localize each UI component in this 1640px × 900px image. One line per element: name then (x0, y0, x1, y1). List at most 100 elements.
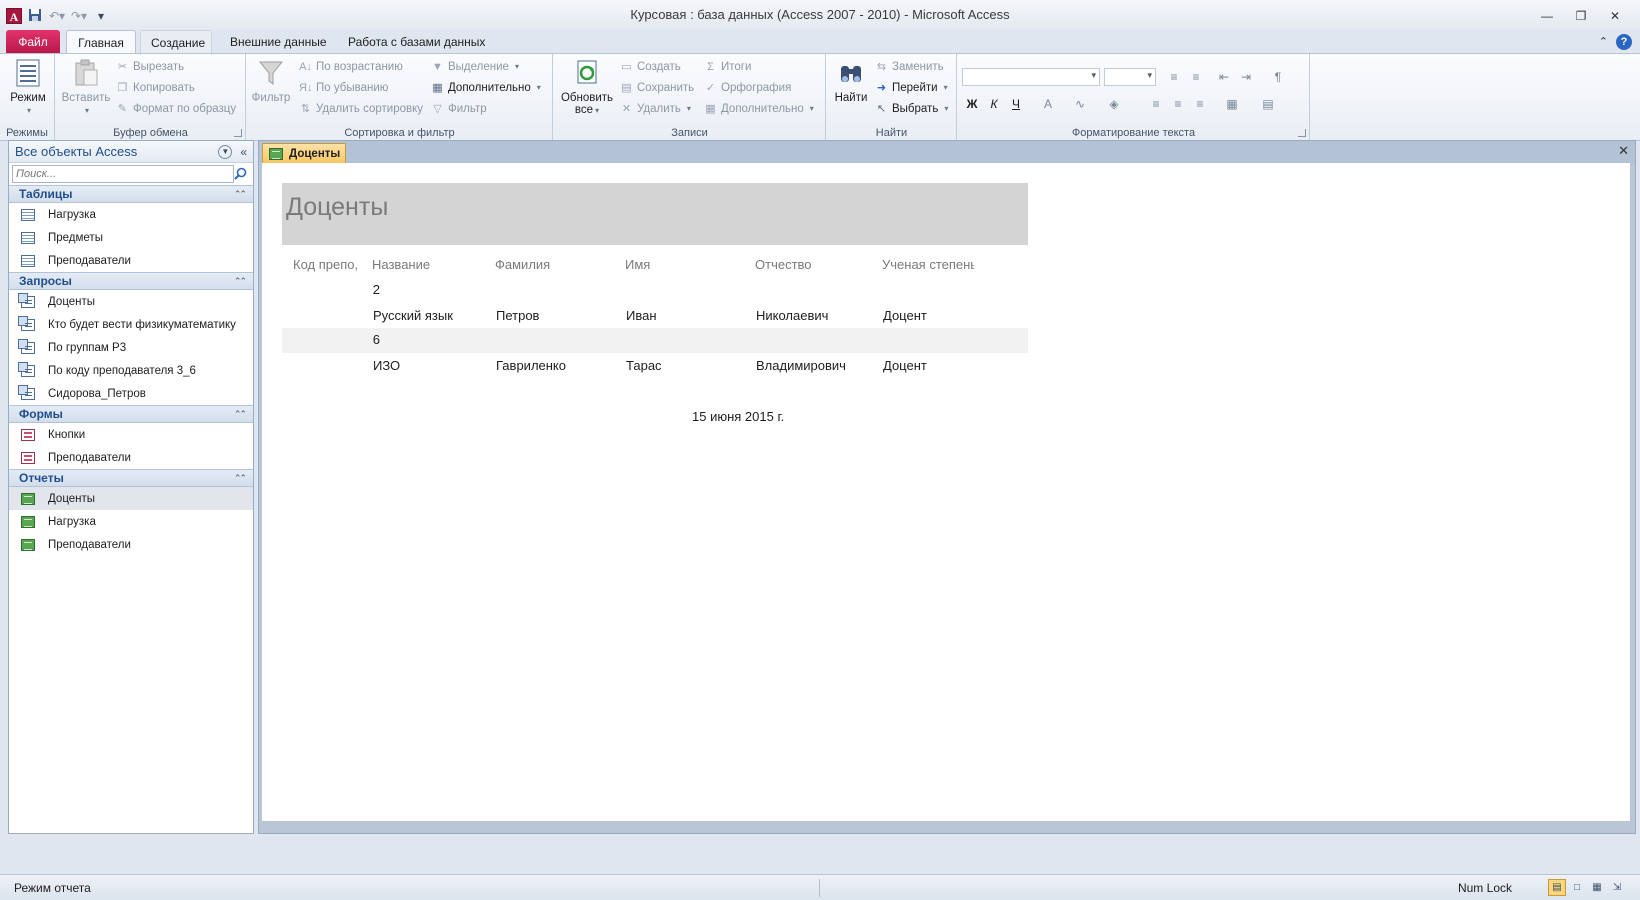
nav-item-form[interactable]: Кнопки (9, 423, 253, 446)
group-code: 2 (372, 282, 380, 297)
binoculars-icon (841, 66, 861, 82)
group-label-text-formatting: Форматирование текста (1071, 127, 1196, 139)
format-painter-button[interactable]: ✎ Формат по образцу (116, 99, 236, 119)
column-header-code: Код препо, (293, 257, 359, 272)
nav-item-query[interactable]: По коду преподавателя 3_6 (9, 359, 253, 382)
remove-sort-button[interactable]: ⇅ Удалить сортировку (299, 99, 423, 119)
search-icon[interactable] (234, 167, 247, 180)
close-document-icon[interactable]: ✕ (1618, 143, 1629, 159)
font-name-combo[interactable] (962, 68, 1100, 86)
nav-section-tables[interactable]: Таблицы ⌃⌃ (9, 185, 253, 203)
collapse-section-icon[interactable]: ⌃⌃ (234, 409, 247, 420)
sort-ascending-button[interactable]: A↓ По возрастанию (299, 57, 403, 77)
replace-button[interactable]: ⇆ Заменить (875, 57, 944, 77)
nav-item-report[interactable]: Нагрузка (9, 510, 253, 533)
advanced-filter-button[interactable]: ▦ Дополнительно ▾ (431, 78, 541, 98)
nav-item-table[interactable]: Нагрузка (9, 203, 253, 226)
nav-section-forms[interactable]: Формы ⌃⌃ (9, 405, 253, 423)
restore-icon[interactable]: ❐ (1564, 6, 1598, 26)
nav-section-queries[interactable]: Запросы ⌃⌃ (9, 272, 253, 290)
sort-descending-button[interactable]: Я↓ По убыванию (299, 78, 388, 98)
filter-button[interactable]: Фильтр (251, 58, 291, 104)
alternate-row-color-icon[interactable]: ▤ (1258, 95, 1278, 113)
close-icon[interactable]: ✕ (1598, 6, 1632, 26)
spelling-button[interactable]: ✓ Орфография (704, 78, 791, 98)
spelling-check-icon: ✓ (705, 81, 716, 94)
nav-item-query[interactable]: Доценты (9, 290, 253, 313)
delete-record-button[interactable]: ✕ Удалить ▾ (620, 99, 691, 119)
collapse-section-icon[interactable]: ⌃⌃ (234, 473, 247, 484)
totals-button[interactable]: Σ Итоги (704, 57, 751, 77)
paste-button[interactable]: Вставить ▾ (60, 58, 112, 116)
window-title: Курсовая : база данных (Access 2007 - 20… (630, 7, 1010, 22)
group-label-records: Записи (671, 127, 708, 139)
nav-search-input[interactable] (12, 165, 234, 183)
report-canvas[interactable]: Доценты Код препо, Название Фамилия Имя … (262, 163, 1630, 821)
detail-subject: ИЗО (373, 358, 401, 373)
cut-button[interactable]: ✂ Вырезать (116, 57, 184, 77)
nav-item-report[interactable]: Доценты (9, 487, 253, 510)
gridlines-icon[interactable]: ▦ (1222, 95, 1242, 113)
bullets-icon[interactable]: ≡ (1164, 68, 1184, 86)
detail-patronymic: Николаевич (756, 308, 829, 323)
toggle-filter-button[interactable]: ▽ Фильтр (431, 99, 486, 119)
font-color-icon[interactable]: A (1038, 95, 1058, 113)
tab-external-data[interactable]: Внешние данные (220, 30, 337, 54)
nav-item-report[interactable]: Преподаватели (9, 533, 253, 556)
clipboard-launcher-icon[interactable] (234, 129, 242, 137)
minimize-ribbon-icon[interactable]: ⌃ (1599, 34, 1608, 50)
print-preview-icon[interactable]: □ (1568, 879, 1586, 896)
numbering-icon[interactable]: ≡ (1186, 68, 1206, 86)
help-icon[interactable]: ? (1616, 34, 1632, 50)
view-mode-button[interactable]: Режим ▾ (6, 58, 50, 116)
layout-view-icon[interactable]: ▦ (1588, 879, 1606, 896)
nav-item-table[interactable]: Предметы (9, 226, 253, 249)
decrease-indent-icon[interactable]: ⇤ (1214, 68, 1234, 86)
align-left-icon[interactable]: ≡ (1146, 95, 1166, 113)
nav-item-table[interactable]: Преподаватели (9, 249, 253, 272)
design-view-icon[interactable]: ⇲ (1608, 879, 1626, 896)
group-text-formatting: ≡ ≡ ⇤ ⇥ ¶ Ж К Ч A ∿ ◈ ≡ ≡ ≡ ▦ ▤ Форматир… (958, 54, 1310, 141)
bold-button[interactable]: Ж (962, 95, 982, 113)
collapse-section-icon[interactable]: ⌃⌃ (234, 189, 247, 200)
tab-database-tools[interactable]: Работа с базами данных (338, 30, 495, 54)
selection-button[interactable]: ▼ Выделение ▾ (431, 57, 519, 77)
collapse-pane-icon[interactable]: « (240, 145, 247, 159)
paragraph-icon[interactable]: ¶ (1268, 68, 1288, 86)
query-icon (18, 384, 35, 400)
nav-title[interactable]: Все объекты Access (15, 144, 137, 159)
nav-section-reports[interactable]: Отчеты ⌃⌃ (9, 469, 253, 487)
nav-menu-chevron-icon[interactable]: ▼ (218, 144, 233, 159)
records-more-button[interactable]: ▦ Дополнительно ▾ (704, 99, 814, 119)
align-center-icon[interactable]: ≡ (1168, 95, 1188, 113)
copy-button[interactable]: ❐ Копировать (116, 78, 195, 98)
refresh-all-button[interactable]: Обновить все ▾ (558, 58, 616, 116)
find-button[interactable]: Найти (831, 58, 871, 104)
document-tab-docents[interactable]: Доценты (262, 143, 346, 163)
new-record-button[interactable]: ▭ Создать (620, 57, 680, 77)
underline-button[interactable]: Ч (1006, 95, 1026, 113)
font-size-combo[interactable] (1104, 68, 1156, 86)
advanced-filter-icon: ▦ (432, 81, 443, 94)
collapse-section-icon[interactable]: ⌃⌃ (234, 276, 247, 287)
detail-last-name: Гавриленко (496, 358, 566, 373)
italic-button[interactable]: К (984, 95, 1004, 113)
increase-indent-icon[interactable]: ⇥ (1236, 68, 1256, 86)
nav-item-query[interactable]: Сидорова_Петров (9, 382, 253, 405)
nav-item-query[interactable]: Кто будет вести физикуматематику (9, 313, 253, 336)
nav-item-form[interactable]: Преподаватели (9, 446, 253, 469)
tab-file[interactable]: Файл (6, 30, 60, 54)
report-view-icon[interactable]: ▤ (1548, 879, 1566, 896)
fill-color-icon[interactable]: ◈ (1104, 95, 1124, 113)
group-code: 6 (372, 332, 380, 347)
nav-item-query[interactable]: По группам Р3 (9, 336, 253, 359)
text-format-launcher-icon[interactable] (1298, 129, 1306, 137)
tab-home[interactable]: Главная (66, 30, 136, 54)
tab-create[interactable]: Создание (140, 30, 212, 54)
goto-button[interactable]: ➜ Перейти ▾ (875, 78, 948, 98)
save-record-button[interactable]: ▤ Сохранить (620, 78, 694, 98)
select-button[interactable]: ↖ Выбрать ▾ (875, 99, 948, 119)
minimize-icon[interactable]: — (1530, 6, 1564, 26)
align-right-icon[interactable]: ≡ (1190, 95, 1210, 113)
highlight-icon[interactable]: ∿ (1070, 95, 1090, 113)
